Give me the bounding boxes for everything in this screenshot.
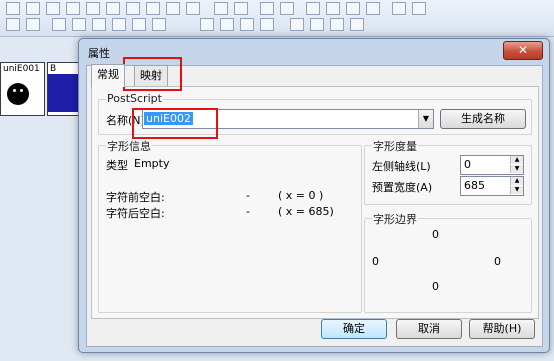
lsb-value: ( x = 0 ) <box>278 189 324 202</box>
undo-icon[interactable] <box>6 2 20 15</box>
cell-icon[interactable] <box>260 18 274 31</box>
line-tool-icon[interactable] <box>106 2 120 15</box>
postscript-group-label: PostScript <box>106 92 163 105</box>
copy-icon[interactable] <box>66 2 80 15</box>
measure-icon[interactable] <box>280 2 294 15</box>
metrics-group-label: 字形度量 <box>372 138 418 154</box>
glyph-tile-uniE001[interactable]: uniE001 <box>0 62 45 116</box>
flip-icon[interactable] <box>412 2 426 15</box>
dialog-title: 属性 <box>88 47 110 60</box>
glyph-tile-selected[interactable]: B <box>47 62 81 116</box>
mirror-icon[interactable] <box>214 2 228 15</box>
pencil-icon[interactable] <box>72 18 86 31</box>
left-axis-spinner[interactable]: 0 ▲ ▼ <box>460 155 524 175</box>
rsb-dash: - <box>246 205 250 218</box>
point-icon[interactable] <box>310 18 324 31</box>
annotation-box-name-value <box>132 108 218 139</box>
contour-icon[interactable] <box>330 18 344 31</box>
generate-name-button[interactable]: 生成名称 <box>440 109 526 129</box>
link-icon[interactable] <box>52 18 66 31</box>
rectangle-icon[interactable] <box>112 18 126 31</box>
node-icon[interactable] <box>346 2 360 15</box>
lsb-dash: - <box>246 189 250 202</box>
preset-width-spinner[interactable]: 685 ▲ ▼ <box>460 176 524 196</box>
grid-icon[interactable] <box>166 2 180 15</box>
type-value: Empty <box>134 157 170 170</box>
chevron-down-icon[interactable]: ▼ <box>418 110 433 128</box>
smiley-icon <box>7 83 29 105</box>
compose-icon[interactable] <box>350 18 364 31</box>
transform-icon[interactable] <box>392 2 406 15</box>
preset-width-value[interactable]: 685 <box>464 179 485 192</box>
snap-icon[interactable] <box>26 18 40 31</box>
guide-icon[interactable] <box>186 2 200 15</box>
type-label: 类型 <box>106 159 128 172</box>
glyph-tile-label: B <box>50 64 57 74</box>
columns-icon[interactable] <box>220 18 234 31</box>
merge-icon[interactable] <box>366 2 380 15</box>
bounds-group <box>364 218 532 313</box>
align-icon[interactable] <box>306 2 320 15</box>
close-button[interactable]: ✕ <box>503 41 543 60</box>
ellipse-icon[interactable] <box>92 18 106 31</box>
bounds-group-label: 字形边界 <box>372 211 418 227</box>
spin-down-icon[interactable]: ▼ <box>510 186 523 194</box>
rsb-value: ( x = 685) <box>278 205 334 218</box>
left-axis-label: 左侧轴线(L) <box>372 160 431 173</box>
left-axis-value[interactable]: 0 <box>464 158 471 171</box>
cut-icon[interactable] <box>46 2 60 15</box>
tab-general[interactable]: 常规 <box>91 64 125 87</box>
rows-icon[interactable] <box>240 18 254 31</box>
curve-tool-icon[interactable] <box>126 2 140 15</box>
lsb-label: 字符前空白: <box>106 191 165 204</box>
rsb-label: 字符后空白: <box>106 207 165 220</box>
star-icon[interactable] <box>152 18 166 31</box>
spin-up-icon[interactable]: ▲ <box>510 177 523 185</box>
cancel-button[interactable]: 取消 <box>396 319 462 339</box>
select-tool-icon[interactable] <box>146 2 160 15</box>
toolbar <box>0 0 554 37</box>
circle-icon[interactable] <box>132 18 146 31</box>
help-button[interactable]: 帮助(H) <box>469 319 535 339</box>
bounds-left: 0 <box>372 255 379 268</box>
metrics-group <box>364 145 532 205</box>
spin-down-icon[interactable]: ▼ <box>510 165 523 173</box>
bounds-right: 0 <box>494 255 501 268</box>
glyph-info-group <box>98 145 362 313</box>
bounds-bottom: 0 <box>432 280 439 293</box>
ok-button[interactable]: 确定 <box>321 319 387 339</box>
toolbar-row-2 <box>0 18 554 34</box>
selected-glyph-fill <box>48 74 80 112</box>
pen-tool-icon[interactable] <box>86 2 100 15</box>
bounds-top: 0 <box>432 228 439 241</box>
preset-width-label: 预置宽度(A) <box>372 181 433 194</box>
spin-up-icon[interactable]: ▲ <box>510 156 523 164</box>
hint-icon[interactable] <box>290 18 304 31</box>
rotate-icon[interactable] <box>234 2 248 15</box>
toolbar-row-1 <box>0 2 554 18</box>
redo-icon[interactable] <box>26 2 40 15</box>
annotation-box-mapping-tab <box>123 57 182 91</box>
grid-small-icon[interactable] <box>6 18 20 31</box>
glyph-info-group-label: 字形信息 <box>106 138 152 154</box>
glyph-tile-label: uniE001 <box>3 64 40 74</box>
zoom-icon[interactable] <box>260 2 274 15</box>
table-icon[interactable] <box>200 18 214 31</box>
distribute-icon[interactable] <box>326 2 340 15</box>
